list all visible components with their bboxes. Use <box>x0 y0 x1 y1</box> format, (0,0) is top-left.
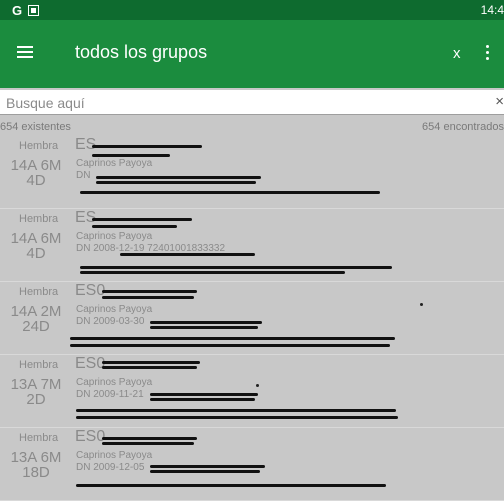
animal-id: ES0 <box>75 282 106 299</box>
list-item[interactable]: Hembra 14A 6M 4D ES Caprinos Payoya DN <box>0 136 504 209</box>
animal-id: ES0 <box>75 355 106 372</box>
redaction-mark <box>80 266 392 269</box>
animal-group: Caprinos Payoya <box>76 304 153 315</box>
found-count: 654 encontrados <box>422 121 504 133</box>
redaction-mark <box>76 416 398 419</box>
animal-group: Caprinos Payoya <box>76 450 153 461</box>
animal-group: Caprinos Payoya <box>76 158 153 169</box>
hamburger-icon[interactable] <box>17 46 33 59</box>
status-icons: G <box>12 3 40 18</box>
app-bar: todos los grupos x <box>0 20 504 88</box>
redaction-mark <box>80 271 345 274</box>
redaction-mark <box>102 361 200 364</box>
redaction-mark <box>102 437 197 440</box>
animal-age: 14A 6M 4D <box>10 157 62 189</box>
animal-age: 13A 7M 2D <box>10 376 62 408</box>
status-time: 14:4 <box>480 3 504 17</box>
redaction-mark <box>96 176 261 179</box>
animal-sex: Hembra <box>19 359 59 371</box>
redaction-mark <box>150 321 262 324</box>
redaction-mark <box>150 470 260 473</box>
redaction-mark <box>102 366 197 369</box>
list-item[interactable]: Hembra 14A 6M 4D ES Caprinos Payoya DN 20… <box>0 209 504 282</box>
search-bar: × <box>0 90 504 115</box>
redaction-mark <box>102 296 194 299</box>
list-item[interactable]: Hembra 13A 7M 2D ES0 Caprinos Payoya DN 2… <box>0 355 504 428</box>
list-item[interactable]: Hembra 13A 6M 18D ES0 Caprinos Payoya DN … <box>0 428 504 501</box>
animal-group: Caprinos Payoya <box>76 231 153 242</box>
redaction-mark <box>150 465 265 468</box>
search-input[interactable] <box>4 92 488 114</box>
redaction-mark <box>92 225 177 228</box>
animal-list: Hembra 14A 6M 4D ES Caprinos Payoya DN He… <box>0 136 504 501</box>
redaction-mark <box>150 393 258 396</box>
clear-search-icon[interactable]: × <box>495 93 504 110</box>
animal-sex: Hembra <box>19 286 59 298</box>
redaction-mark <box>102 442 194 445</box>
screen-speck <box>256 384 259 387</box>
animal-birth-date: DN 2009-12-05 <box>76 462 145 473</box>
existing-count: 654 existentes <box>0 121 71 133</box>
google-icon: G <box>12 3 23 18</box>
redaction-mark <box>102 290 197 293</box>
animal-birth-date: DN 2009-11-21 <box>76 389 144 400</box>
redaction-mark <box>76 409 396 412</box>
animal-group: Caprinos Payoya <box>76 377 153 388</box>
animal-sex: Hembra <box>19 432 59 444</box>
redaction-mark <box>92 145 202 148</box>
animal-sex: Hembra <box>19 140 59 152</box>
animal-age: 13A 6M 18D <box>10 449 62 481</box>
redaction-mark <box>92 218 192 221</box>
animal-sex: Hembra <box>19 213 59 225</box>
more-vert-icon[interactable] <box>486 43 490 61</box>
screen-speck <box>420 303 423 306</box>
status-bar: G 14:4 <box>0 0 504 20</box>
x-action-button[interactable]: x <box>453 45 461 62</box>
page-title: todos los grupos <box>75 42 208 62</box>
redaction-mark <box>96 181 256 184</box>
redaction-mark <box>120 253 255 256</box>
redaction-mark <box>92 154 170 157</box>
animal-age: 14A 2M 24D <box>10 303 62 335</box>
animal-age: 14A 6M 4D <box>10 230 62 262</box>
animal-id: ES0 <box>75 428 106 445</box>
redaction-mark <box>80 191 380 194</box>
animal-birth-date: DN <box>76 170 91 181</box>
redaction-mark <box>76 484 386 487</box>
redaction-mark <box>150 326 258 329</box>
result-counts: 654 existentes 654 encontrados <box>0 117 504 133</box>
notification-box-icon <box>28 5 40 16</box>
animal-birth-date: DN 2009-03-30 <box>76 316 145 327</box>
redaction-mark <box>70 344 390 347</box>
redaction-mark <box>150 398 255 401</box>
redaction-mark <box>70 337 395 340</box>
list-item[interactable]: Hembra 14A 2M 24D ES0 Caprinos Payoya DN … <box>0 282 504 355</box>
